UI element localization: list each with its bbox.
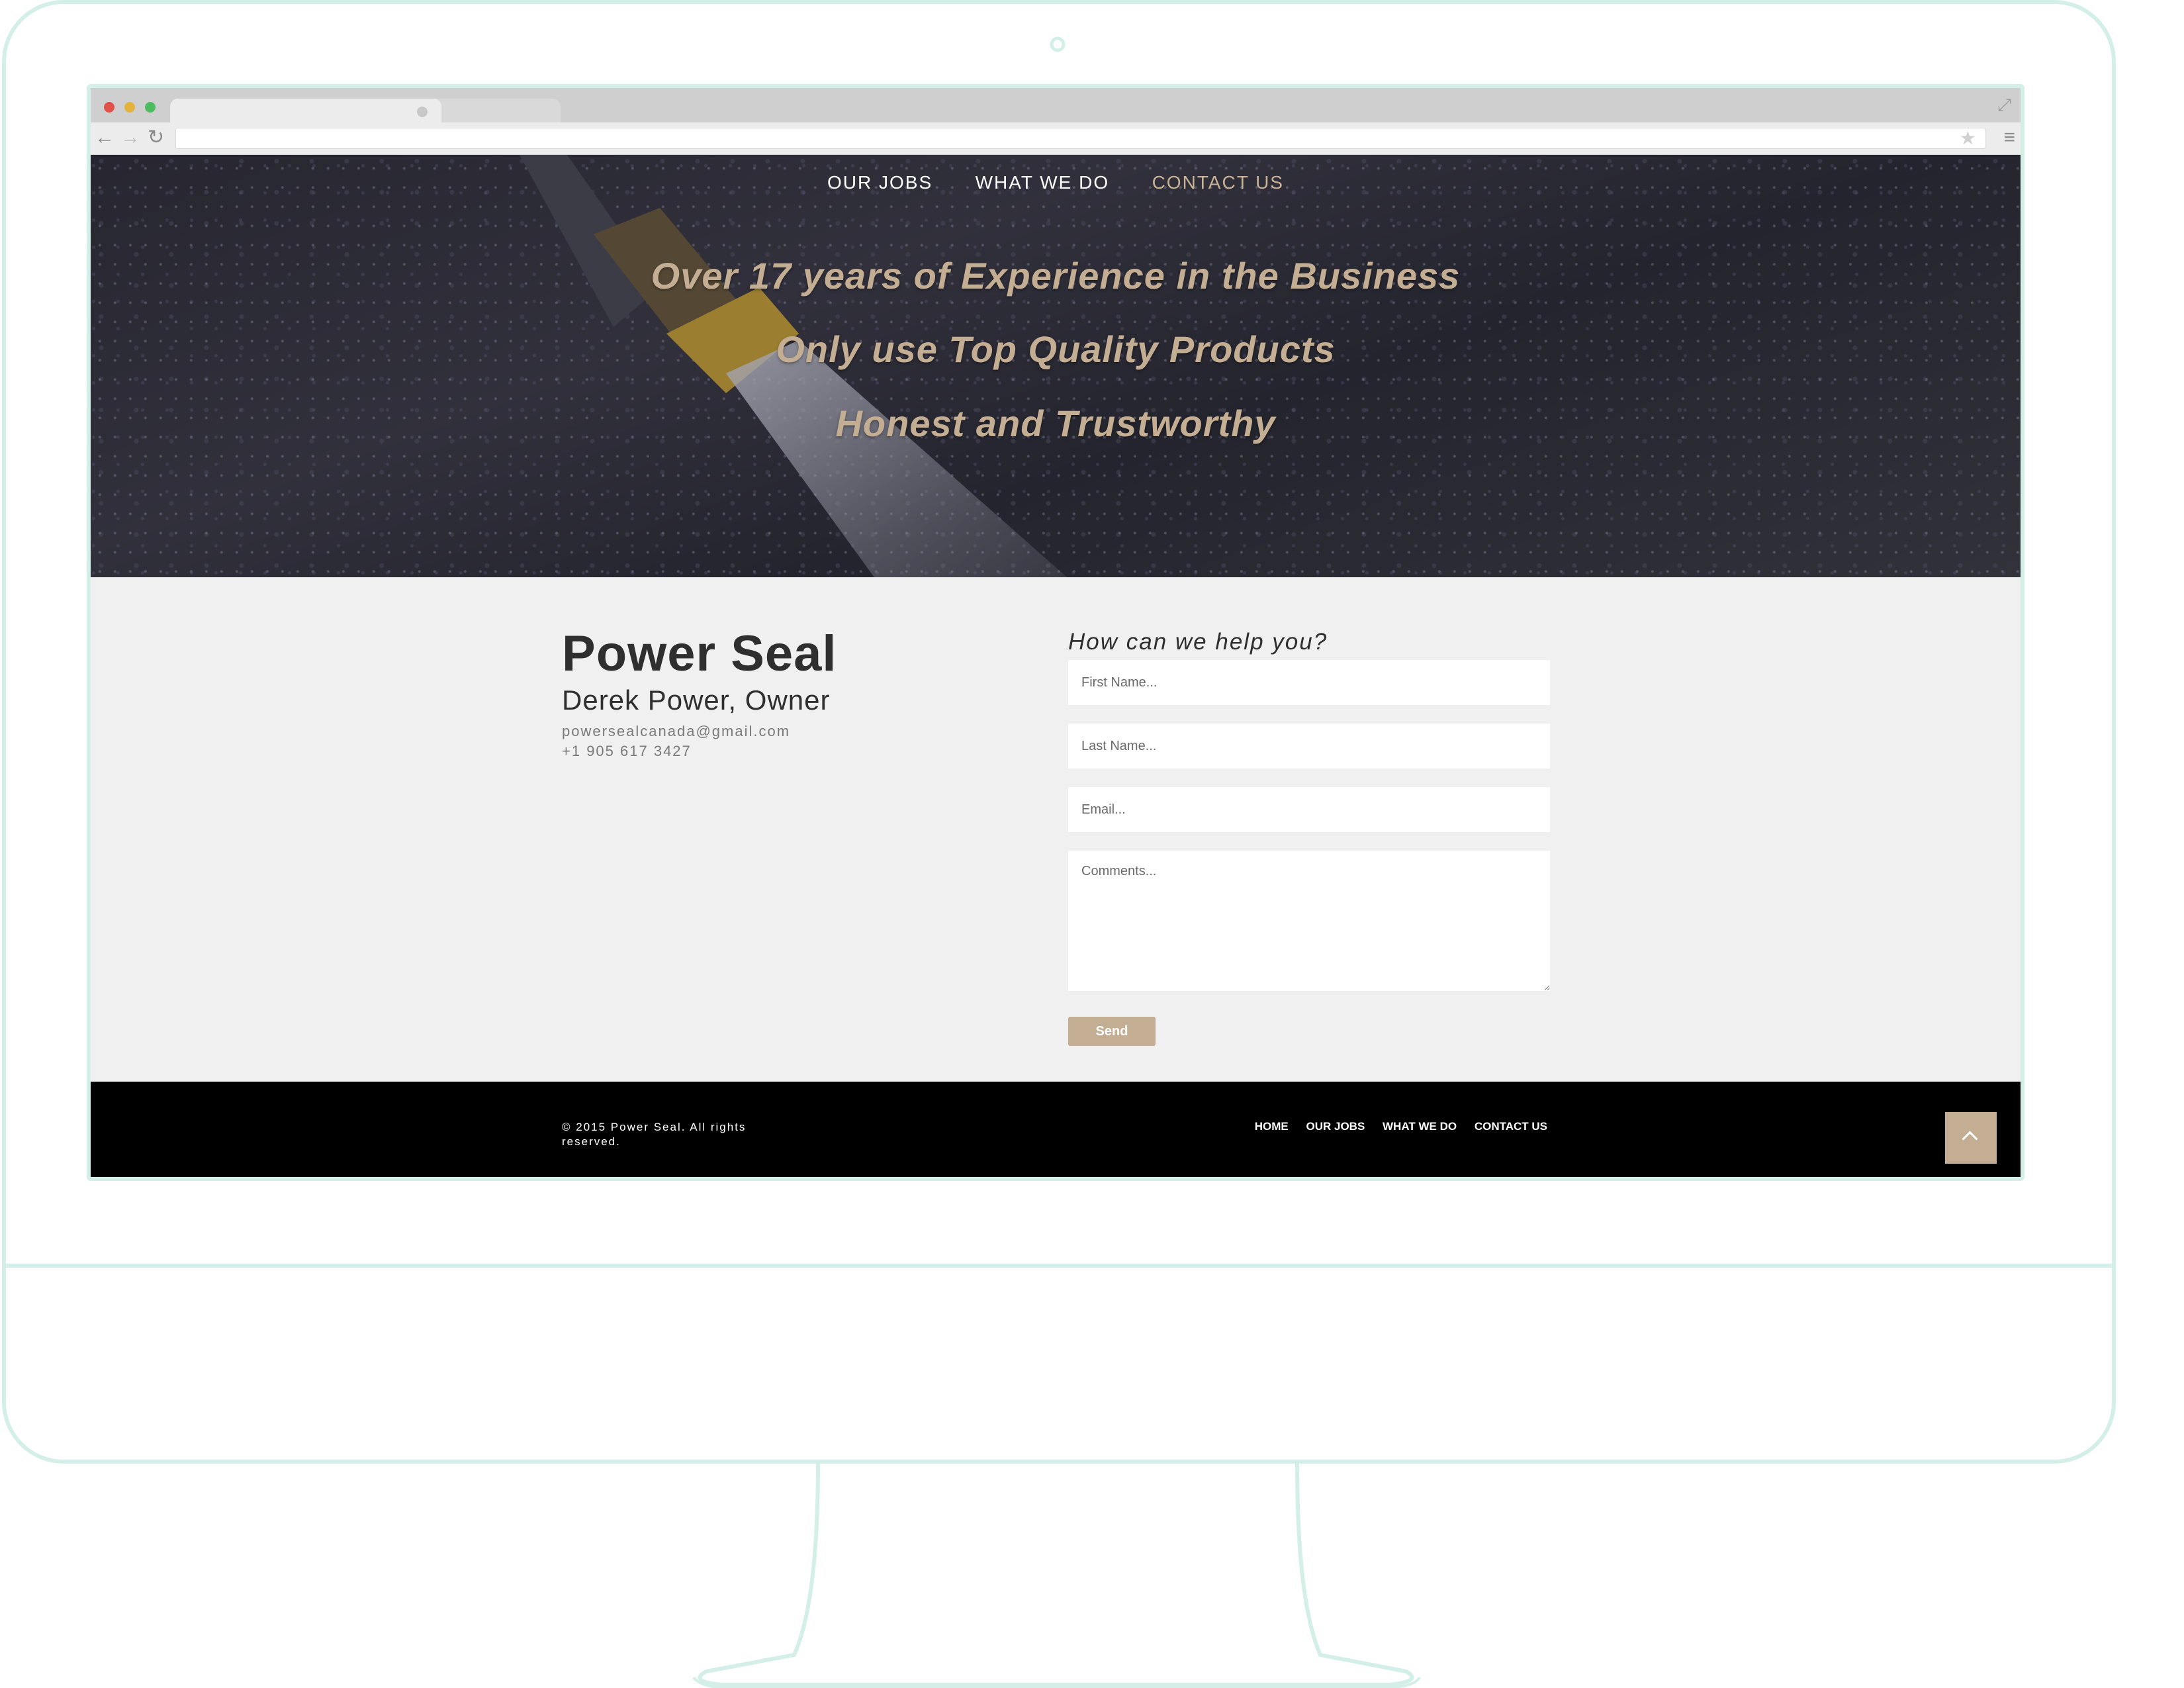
tab-bar: ⤢ [91,88,2021,122]
page-viewport: OUR JOBS WHAT WE DO CONTACT US Over 17 y… [91,155,2021,1177]
owner-name: Derek Power, Owner [562,684,831,716]
reload-icon[interactable]: ↻ [148,126,164,149]
footer-link-home[interactable]: HOME [1255,1120,1289,1133]
fullscreen-icon[interactable]: ⤢ [1997,95,2011,116]
minimize-window-button[interactable] [124,102,135,113]
back-arrow-icon[interactable]: ← [95,126,114,149]
browser-tab-active[interactable] [170,99,441,122]
footer-link-our-jobs[interactable]: OUR JOBS [1306,1120,1365,1133]
email-field[interactable] [1068,787,1550,832]
close-window-button[interactable] [104,102,114,113]
zoom-window-button[interactable] [145,102,156,113]
footer-link-what-we-do[interactable]: WHAT WE DO [1383,1120,1457,1133]
footer-link-contact-us[interactable]: CONTACT US [1475,1120,1547,1133]
hero-banner: OUR JOBS WHAT WE DO CONTACT US Over 17 y… [91,155,2021,577]
browser-toolbar: ← → ↻ ★ ≡ [91,122,2021,155]
form-heading: How can we help you? [1068,629,1328,655]
footer-nav: HOME OUR JOBS WHAT WE DO CONTACT US [1240,1120,1547,1133]
footer: © 2015 Power Seal. All rights reserved. … [91,1082,2021,1177]
forward-arrow-icon[interactable]: → [120,126,140,149]
nav-what-we-do[interactable]: WHAT WE DO [976,172,1110,193]
contact-email[interactable]: powersealcanada@gmail.com [562,723,790,740]
main-nav: OUR JOBS WHAT WE DO CONTACT US [91,172,2021,193]
hero-tagline-experience: Over 17 years of Experience in the Busin… [651,255,1461,297]
nav-our-jobs[interactable]: OUR JOBS [827,172,933,193]
send-button[interactable]: Send [1068,1017,1156,1046]
contact-phone[interactable]: +1 905 617 3427 [562,743,692,760]
last-name-field[interactable] [1068,724,1550,769]
hero-tagline-honest: Honest and Trustworthy [835,402,1276,444]
hamburger-menu-icon[interactable]: ≡ [2003,126,2015,149]
address-bar[interactable]: ★ [175,128,1986,149]
first-name-field[interactable] [1068,660,1550,705]
copyright-text: © 2015 Power Seal. All rights reserved. [562,1121,747,1148]
nav-contact-us[interactable]: CONTACT US [1152,172,1284,193]
bookmark-star-icon[interactable]: ★ [1960,127,1976,149]
company-name: Power Seal [562,626,837,682]
hero-tagline-quality: Only use Top Quality Products [776,328,1336,370]
chevron-up-icon [1962,1131,1978,1147]
tab-close-icon[interactable] [417,107,428,117]
back-to-top-button[interactable] [1945,1112,1997,1164]
comments-field[interactable] [1068,851,1550,991]
browser-window: ⤢ ← → ↻ ★ ≡ OUR JOBS WHAT WE DO CONTACT … [87,84,2025,1181]
